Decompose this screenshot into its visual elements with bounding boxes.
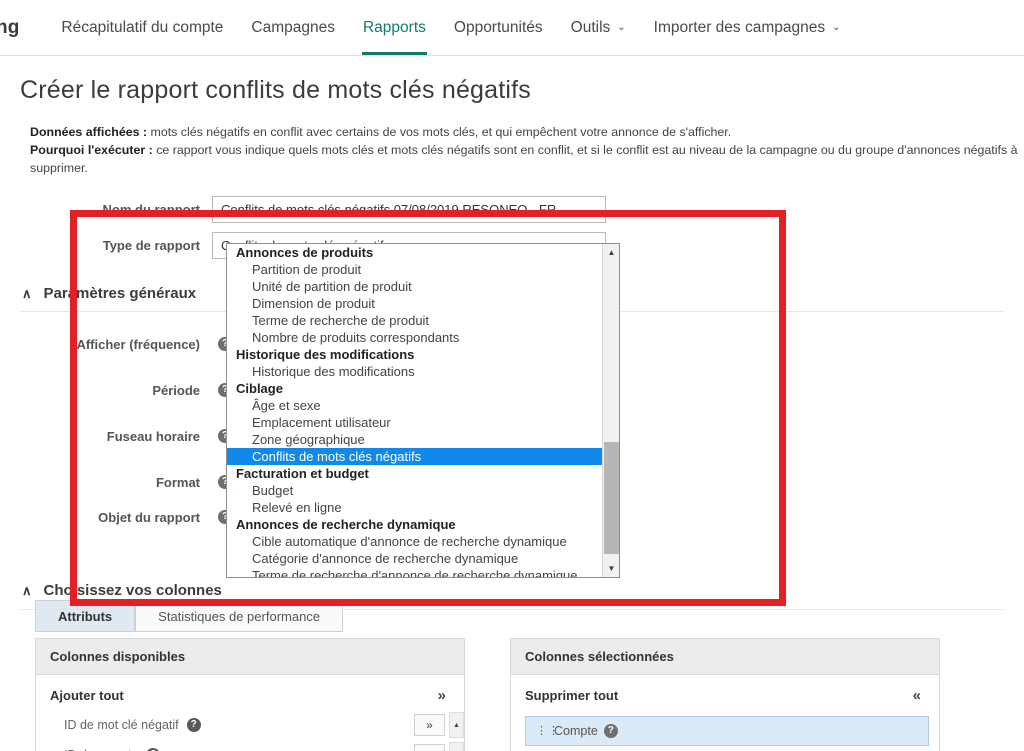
available-column-label: ID de mot clé négatif [64, 718, 179, 732]
format-label: Format [155, 474, 200, 490]
help-icon[interactable]: ? [603, 724, 618, 738]
help-icon[interactable]: ? [186, 718, 201, 732]
selected-columns-panel: Colonnes sélectionnées Supprimer tout « … [510, 638, 940, 751]
report-description: Données affichées : mots clés négatifs e… [30, 123, 1024, 177]
description-label-pourquoi-executer: Pourquoi l'exécuter : [30, 143, 153, 157]
dropdown-options-container: Annonces de produits Partition de produi… [227, 244, 602, 577]
chevron-up-icon: ∧ [22, 582, 32, 598]
panel-scrollbar-track[interactable] [449, 742, 464, 751]
dropdown-option[interactable]: Emplacement utilisateur [227, 414, 602, 431]
nav-item-campagnes[interactable]: Campagnes [237, 0, 349, 55]
brand-fragment: ng [0, 16, 20, 38]
section-title: Choisissez vos colonnes [43, 582, 222, 599]
report-type-label: Type de rapport [102, 237, 200, 253]
move-right-button[interactable]: » [414, 714, 445, 736]
list-item[interactable]: ID de mot clé négatif ? » ▲ [36, 712, 464, 738]
tab-label: Attributs [58, 609, 113, 624]
double-chevron-left-icon[interactable]: « [913, 687, 921, 704]
scroll-up-icon[interactable]: ▲ [603, 244, 619, 261]
dropdown-option[interactable]: Catégorie d'annonce de recherche dynamiq… [227, 550, 602, 567]
report-name-input[interactable]: Conflits de mots clés négatifs 07/08/201… [212, 195, 606, 223]
report-name-row: Nom du rapport Conflits de mots clés nég… [0, 195, 1024, 223]
add-all-label: Ajouter tout [50, 688, 124, 703]
dropdown-option[interactable]: Historique des modifications [227, 363, 602, 380]
top-navigation-bar: ng Récapitulatif du compte Campagnes Rap… [0, 0, 1024, 56]
available-column-item[interactable]: ID de mot clé négatif ? [36, 712, 414, 738]
nav-item-label: Outils [570, 18, 611, 36]
dropdown-option[interactable]: Unité de partition de produit [227, 278, 602, 295]
report-name-label: Nom du rapport [102, 201, 201, 217]
double-chevron-right-icon[interactable]: » [438, 687, 446, 704]
columns-panels: Colonnes disponibles Ajouter tout » ID d… [35, 638, 995, 751]
move-right-button[interactable]: » [414, 744, 445, 751]
chevron-up-icon: ∧ [22, 285, 32, 301]
nav-item-label: Importer des campagnes [653, 18, 826, 36]
description-text-donnees-affichees: mots clés négatifs en conflit avec certa… [147, 125, 732, 139]
tab-attributs[interactable]: Attributs [35, 600, 136, 632]
nav-item-rapports[interactable]: Rapports [349, 0, 440, 55]
tab-statistiques-de-performance[interactable]: Statistiques de performance [135, 600, 344, 632]
nav-item-importer-des-campagnes[interactable]: Importer des campagnes ⌄ [640, 0, 855, 55]
nav-item-outils[interactable]: Outils ⌄ [557, 0, 640, 55]
dropdown-option[interactable]: Âge et sexe [227, 397, 602, 414]
fuseau-horaire-label: Fuseau horaire [106, 428, 200, 444]
scroll-down-icon[interactable]: ▼ [603, 560, 619, 577]
report-type-dropdown-list[interactable]: Annonces de produits Partition de produi… [226, 243, 620, 578]
tab-label: Statistiques de performance [158, 609, 321, 624]
chevron-down-icon: ⌄ [617, 21, 626, 33]
description-line-2: Pourquoi l'exécuter : ce rapport vous in… [30, 141, 1024, 177]
dropdown-group-annonces-de-recherche-dynamique: Annonces de recherche dynamique [236, 517, 456, 532]
dropdown-group-historique-des-modifications: Historique des modifications [236, 347, 415, 362]
dropdown-option-selected[interactable]: Conflits de mots clés négatifs [227, 448, 602, 465]
description-text-pourquoi-executer: ce rapport vous indique quels mots clés … [30, 143, 1018, 175]
afficher-frequence-label: Afficher (fréquence) [76, 336, 200, 352]
dropdown-option[interactable]: Dimension de produit [227, 295, 602, 312]
nav-item-label: Campagnes [251, 18, 335, 36]
scrollbar-thumb[interactable] [604, 442, 619, 554]
app-root: ng Récapitulatif du compte Campagnes Rap… [0, 0, 1024, 751]
nav-item-label: Rapports [362, 18, 426, 36]
page-title: Créer le rapport conflits de mots clés n… [20, 76, 532, 104]
dropdown-option[interactable]: Zone géographique [227, 431, 602, 448]
columns-tabs: Attributs Statistiques de performance [35, 600, 344, 632]
periode-label: Période [152, 382, 200, 398]
panel-scroll-up-icon[interactable]: ▲ [449, 712, 464, 738]
selected-columns-header: Colonnes sélectionnées [511, 639, 939, 675]
available-columns-panel: Colonnes disponibles Ajouter tout » ID d… [35, 638, 465, 751]
dropdown-group-facturation-et-budget: Facturation et budget [236, 466, 369, 481]
dropdown-option[interactable]: Cible automatique d'annonce de recherche… [227, 533, 602, 550]
remove-all-label: Supprimer tout [525, 688, 619, 703]
dropdown-option[interactable]: Partition de produit [227, 261, 602, 278]
list-item[interactable]: ID du compte ? » [36, 742, 464, 751]
dropdown-option[interactable]: Terme de recherche d'annonce de recherch… [227, 567, 602, 577]
nav-item-label: Récapitulatif du compte [61, 18, 224, 36]
dropdown-scrollbar[interactable]: ▲ ▼ [602, 244, 619, 577]
dropdown-group-ciblage: Ciblage [236, 381, 283, 396]
description-label-donnees-affichees: Données affichées : [30, 125, 148, 139]
available-columns-header: Colonnes disponibles [36, 639, 464, 675]
nav-item-label: Opportunités [453, 18, 543, 36]
remove-all-row[interactable]: Supprimer tout « [511, 675, 939, 712]
description-line-1: Données affichées : mots clés négatifs e… [30, 123, 1024, 141]
nav-item-recapitulatif-du-compte[interactable]: Récapitulatif du compte [47, 0, 237, 55]
dropdown-option[interactable]: Terme de recherche de produit [227, 312, 602, 329]
add-all-row[interactable]: Ajouter tout » [36, 675, 464, 712]
section-title: Paramètres généraux [43, 285, 197, 302]
section-header-choisissez-vos-colonnes[interactable]: ∧ Choisissez vos colonnes [22, 582, 1024, 599]
selected-column-label: Compte [554, 724, 598, 738]
dropdown-option[interactable]: Nombre de produits correspondants [227, 329, 602, 346]
objet-du-rapport-label: Objet du rapport [98, 510, 200, 525]
nav-item-opportunites[interactable]: Opportunités [440, 0, 557, 55]
dropdown-group-annonces-de-produits: Annonces de produits [236, 245, 374, 260]
drag-handle-icon[interactable]: ⋮⋮ [536, 726, 559, 737]
chevron-down-icon: ⌄ [832, 21, 841, 33]
dropdown-option[interactable]: Budget [227, 482, 602, 499]
available-column-item[interactable]: ID du compte ? [36, 742, 414, 751]
selected-column-item[interactable]: ⋮⋮ Compte ? [525, 716, 929, 746]
dropdown-option[interactable]: Relevé en ligne [227, 499, 602, 516]
